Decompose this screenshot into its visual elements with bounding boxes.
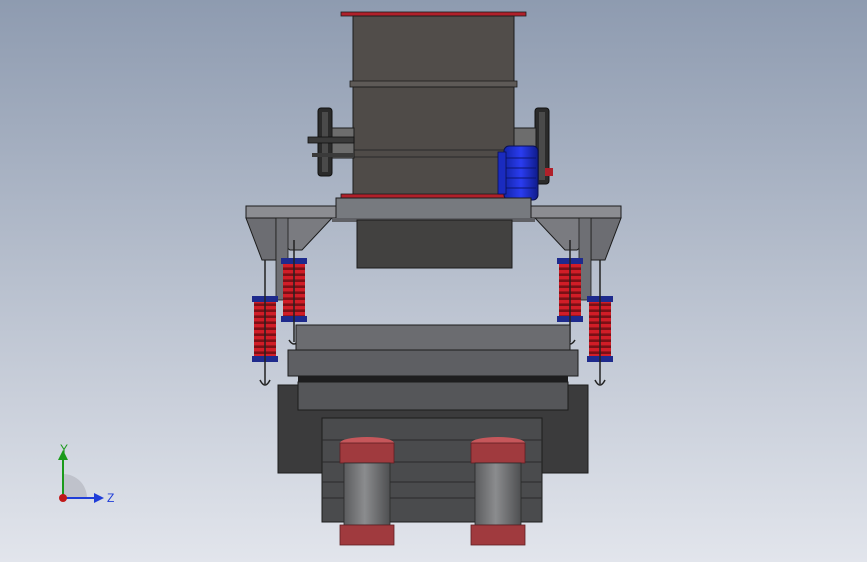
vibrator-drum-left[interactable] [339,437,395,546]
feeder-assembly-model[interactable] [0,0,867,562]
coordinate-triad[interactable]: Y Z [48,440,128,512]
triad-origin-icon [59,494,67,502]
cad-graphics-viewport[interactable]: Y Z [0,0,867,562]
triad-rotation-arc [63,474,87,498]
z-axis-arrowhead-icon [94,493,104,503]
feeder-trough[interactable] [277,324,589,523]
y-axis-label: Y [60,442,68,456]
z-axis-label: Z [107,491,114,505]
vibrator-drum-right[interactable] [470,437,526,546]
discharge-chute[interactable] [356,219,513,269]
drive-motor[interactable] [497,145,539,201]
